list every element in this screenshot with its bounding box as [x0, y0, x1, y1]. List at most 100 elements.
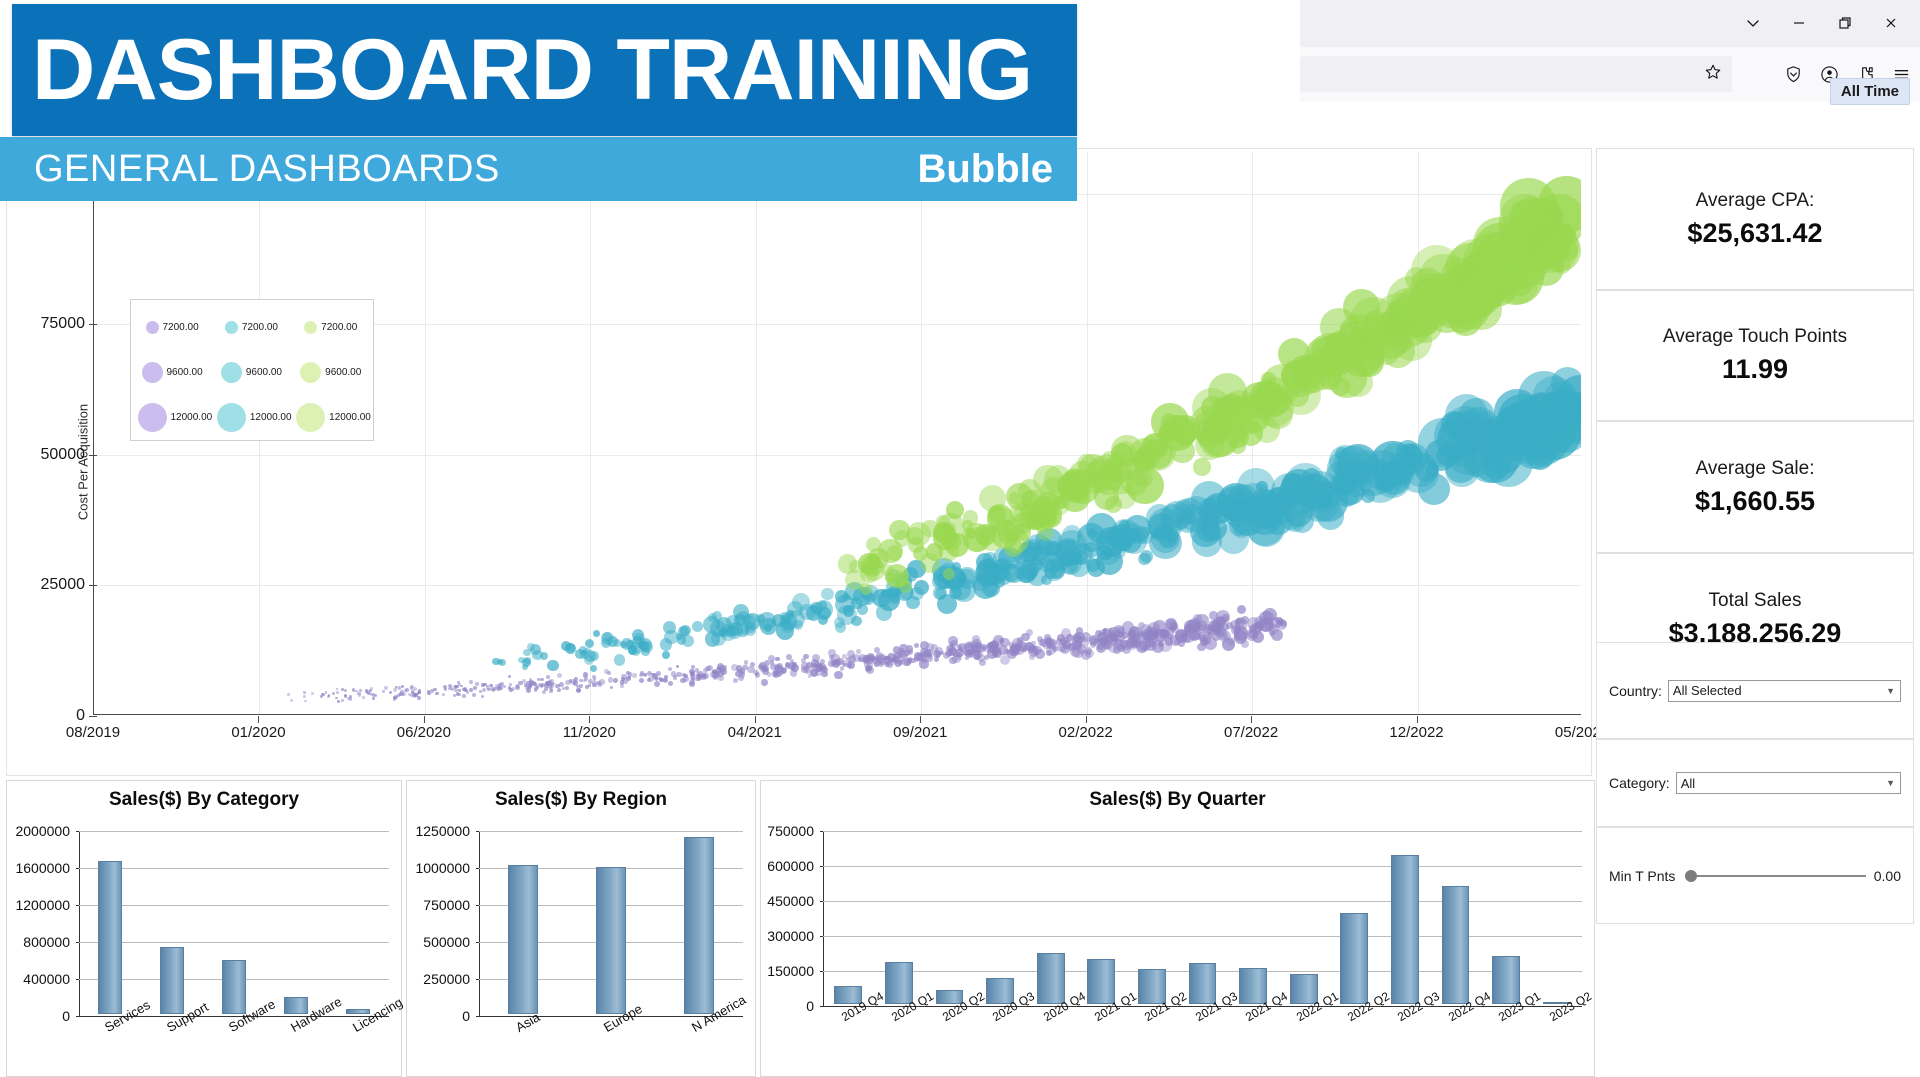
- bubble-point[interactable]: [471, 692, 476, 697]
- bubble-point[interactable]: [337, 700, 341, 704]
- bubble-point[interactable]: [668, 681, 674, 687]
- bubble-point[interactable]: [393, 688, 398, 692]
- bubble-point[interactable]: [1059, 643, 1071, 655]
- bubble-point[interactable]: [433, 687, 437, 692]
- bar[interactable]: [1390, 854, 1419, 1004]
- bubble-point[interactable]: [803, 653, 809, 660]
- bar[interactable]: [1492, 956, 1520, 1004]
- bubble-point[interactable]: [1457, 406, 1501, 450]
- bubble-point[interactable]: [785, 662, 790, 668]
- bubble-point[interactable]: [620, 684, 624, 688]
- bubble-point[interactable]: [772, 672, 780, 679]
- bubble-point[interactable]: [579, 646, 588, 655]
- bubble-point[interactable]: [639, 678, 644, 684]
- bubble-point[interactable]: [952, 578, 976, 602]
- bubble-point[interactable]: [689, 679, 695, 685]
- bubble-point[interactable]: [1000, 654, 1011, 665]
- restore-icon[interactable]: [1822, 4, 1868, 42]
- bubble-point[interactable]: [820, 587, 834, 601]
- bubble-point[interactable]: [549, 682, 555, 688]
- bubble-point[interactable]: [919, 659, 929, 669]
- bubble-point[interactable]: [361, 696, 365, 700]
- bubble-point[interactable]: [524, 657, 531, 664]
- bubble-point[interactable]: [473, 685, 477, 690]
- bubble-point[interactable]: [683, 673, 688, 678]
- bubble-point[interactable]: [582, 672, 588, 678]
- bubble-point[interactable]: [539, 652, 549, 661]
- bubble-point[interactable]: [461, 693, 467, 698]
- bubble-point[interactable]: [800, 662, 809, 670]
- bubble-point[interactable]: [839, 666, 845, 671]
- bar[interactable]: [98, 861, 122, 1014]
- bubble-point[interactable]: [702, 673, 709, 680]
- bubble-point[interactable]: [565, 685, 570, 690]
- bubble-point[interactable]: [1031, 644, 1038, 651]
- bubble-point[interactable]: [769, 660, 774, 665]
- bubble-point[interactable]: [427, 692, 431, 696]
- bubble-point[interactable]: [661, 651, 670, 660]
- bubble-point[interactable]: [680, 677, 686, 684]
- bubble-point[interactable]: [1285, 462, 1326, 504]
- bubble-point[interactable]: [833, 616, 845, 629]
- bubble-point[interactable]: [384, 686, 388, 690]
- bubble-point[interactable]: [359, 689, 363, 693]
- bubble-point[interactable]: [1177, 495, 1215, 532]
- bubble-point[interactable]: [1240, 616, 1249, 624]
- bubble-point[interactable]: [1064, 475, 1089, 500]
- bubble-point[interactable]: [1201, 636, 1211, 646]
- bubble-point[interactable]: [557, 673, 563, 679]
- bubble-point[interactable]: [1335, 447, 1349, 461]
- bubble-point[interactable]: [761, 679, 768, 686]
- bubble-point[interactable]: [442, 692, 445, 696]
- bubble-point[interactable]: [1061, 524, 1082, 546]
- bubble-point[interactable]: [1152, 640, 1165, 653]
- bubble-point[interactable]: [1203, 624, 1213, 634]
- bubble-point[interactable]: [681, 634, 694, 647]
- bubble-point[interactable]: [1251, 630, 1265, 644]
- bubble-point[interactable]: [522, 663, 528, 670]
- bubble-point[interactable]: [310, 691, 314, 695]
- bubble-point[interactable]: [302, 695, 306, 699]
- bubble-point[interactable]: [976, 648, 982, 653]
- bubble-point[interactable]: [341, 699, 345, 703]
- bubble-point[interactable]: [565, 680, 571, 686]
- bubble-point[interactable]: [606, 671, 611, 676]
- bubble-point[interactable]: [1119, 538, 1132, 551]
- bubble-point[interactable]: [592, 677, 596, 681]
- bubble-point[interactable]: [588, 650, 600, 662]
- bubble-point[interactable]: [690, 671, 695, 676]
- bubble-point[interactable]: [1113, 486, 1137, 510]
- bubble-point[interactable]: [1501, 230, 1529, 258]
- bubble-point[interactable]: [821, 670, 828, 677]
- bubble-point[interactable]: [469, 688, 473, 692]
- bubble-point[interactable]: [1447, 287, 1491, 330]
- minimize-icon[interactable]: [1776, 4, 1822, 42]
- bubble-point[interactable]: [1052, 645, 1059, 652]
- bubble-point[interactable]: [507, 674, 511, 678]
- bubble-point[interactable]: [540, 678, 544, 682]
- bubble-point[interactable]: [1366, 338, 1384, 355]
- bubble-point[interactable]: [631, 641, 644, 654]
- bubble-point[interactable]: [720, 668, 727, 675]
- bubble-point[interactable]: [1118, 632, 1124, 638]
- bubble-point[interactable]: [964, 650, 970, 656]
- bar[interactable]: [884, 962, 913, 1004]
- bubble-point[interactable]: [480, 694, 484, 698]
- bar[interactable]: [1036, 952, 1065, 1004]
- bubble-point[interactable]: [891, 657, 896, 663]
- bubble-point[interactable]: [327, 695, 331, 698]
- bubble-point[interactable]: [1508, 199, 1540, 231]
- bubble-point[interactable]: [1025, 628, 1034, 637]
- bubble-point[interactable]: [303, 699, 307, 703]
- bubble-point[interactable]: [593, 629, 601, 637]
- bubble-point[interactable]: [1254, 417, 1280, 443]
- bubble-point[interactable]: [670, 671, 677, 677]
- bubble-point[interactable]: [302, 691, 306, 694]
- bubble-point[interactable]: [691, 621, 704, 633]
- bubble-point[interactable]: [1103, 640, 1113, 650]
- bubble-point[interactable]: [1281, 363, 1305, 387]
- bubble-point[interactable]: [734, 670, 741, 677]
- bubble-point[interactable]: [417, 696, 421, 700]
- bubble-point[interactable]: [609, 685, 614, 690]
- bubble-point[interactable]: [533, 686, 539, 691]
